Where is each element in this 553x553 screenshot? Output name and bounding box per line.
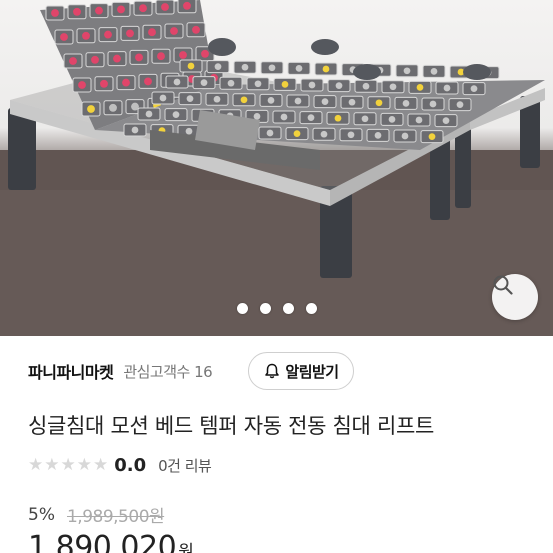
product-title: 싱글침대 모션 베드 템퍼 자동 전동 침대 리프트 [28, 414, 435, 438]
price-row: 1,890,020 원 [28, 530, 194, 553]
follow-button[interactable]: 알림받기 [248, 352, 354, 390]
carousel-indicator[interactable] [0, 303, 553, 314]
discount-rate: 5% [28, 504, 55, 525]
follower-count: 관심고객수 16 [123, 362, 213, 381]
carousel-dot[interactable] [305, 303, 317, 314]
review-count[interactable]: 0건 리뷰 [158, 455, 212, 476]
rating-score: 0.0 [114, 454, 147, 476]
seller-row: 파니파니마켓 관심고객수 16 알림받기 [0, 336, 553, 406]
carousel-dot[interactable] [259, 303, 271, 314]
star-icon: ★ [44, 454, 60, 475]
star-icon: ★ [93, 454, 109, 475]
sale-price: 1,890,020 [28, 530, 177, 553]
star-icon: ★ [28, 454, 44, 475]
star-icon: ★ [60, 454, 76, 475]
follow-button-label: 알림받기 [285, 362, 339, 381]
seller-name[interactable]: 파니파니마켓 [28, 359, 114, 383]
original-price: 1,989,500원 [66, 507, 165, 527]
carousel-dot[interactable] [282, 303, 294, 314]
zoom-button[interactable] [492, 274, 538, 320]
bell-plus-icon [265, 363, 280, 379]
product-image[interactable] [0, 0, 553, 336]
rating-row[interactable]: ★ ★ ★ ★ ★ 0.0 0건 리뷰 [28, 452, 212, 478]
discount-row: 5% 1,989,500원 [28, 502, 165, 528]
currency-unit: 원 [178, 542, 194, 553]
bed-frame-illustration [0, 0, 553, 336]
carousel-dot[interactable] [236, 303, 248, 314]
star-icon: ★ [76, 454, 92, 475]
star-rating: ★ ★ ★ ★ ★ [28, 454, 109, 475]
search-icon [493, 275, 513, 295]
